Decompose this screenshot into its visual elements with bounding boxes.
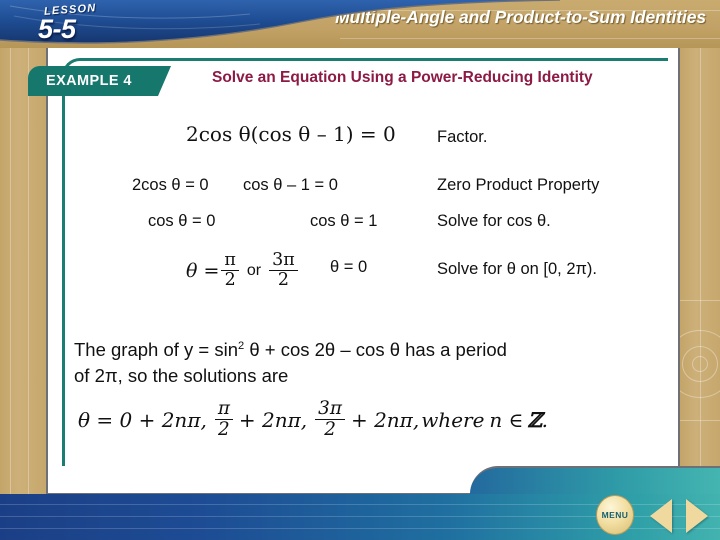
solution-term2-suffix: + 2nπ, xyxy=(350,407,420,432)
final-solution: θ = 0 + 2nπ, π 2 + 2nπ, 3π 2 + 2nπ, wher… xyxy=(78,399,548,441)
example-tab: EXAMPLE 4 xyxy=(28,66,171,96)
work-row3-right: cos θ = 1 xyxy=(310,212,378,230)
example-title: Solve an Equation Using a Power-Reducing… xyxy=(212,69,593,86)
work-row2-right: cos θ – 1 = 0 xyxy=(243,176,338,194)
fraction-denominator: 2 xyxy=(224,270,236,291)
paragraph-line1-a: The graph of y = sin xyxy=(74,339,239,360)
fraction-denominator: 2 xyxy=(324,419,336,441)
note-factor: Factor. xyxy=(437,128,488,146)
fraction-denominator: 2 xyxy=(277,270,289,291)
work-row3-left: cos θ = 0 xyxy=(148,212,216,230)
previous-slide-button[interactable] xyxy=(650,499,672,533)
blackboard-z-icon: ℤ xyxy=(527,407,542,432)
solution-term1-suffix: + 2nπ, xyxy=(238,407,308,432)
work-row2-left: 2cos θ = 0 xyxy=(132,176,209,194)
fraction-numerator: π xyxy=(214,399,233,421)
note-solve-interval: Solve for θ on [0, 2π). xyxy=(437,260,597,278)
fraction-3pi-over-2: 3π 2 xyxy=(269,251,298,291)
lesson-number: 5-5 xyxy=(38,14,76,44)
slide-root: Multiple-Angle and Product-to-Sum Identi… xyxy=(0,0,720,540)
or-word: or xyxy=(246,261,262,279)
solution-period: . xyxy=(541,407,548,432)
next-slide-button[interactable] xyxy=(686,499,708,533)
solution-fraction-3pi-over-2: 3π 2 xyxy=(315,399,345,441)
solution-fraction-pi-over-2: π 2 xyxy=(214,399,233,441)
footer-curve xyxy=(470,466,720,494)
fraction-denominator: 2 xyxy=(218,419,230,441)
solution-where-word: where xyxy=(421,407,485,432)
solution-condition: n ∈ xyxy=(489,407,524,432)
paragraph-line2: of 2π, so the solutions are xyxy=(74,364,289,386)
note-zero-product: Zero Product Property xyxy=(437,176,600,194)
explanation-paragraph: The graph of y = sin2 θ + cos 2θ – cos θ… xyxy=(74,337,654,388)
fraction-numerator: 3π xyxy=(269,251,298,272)
theta-equals-prefix: θ = xyxy=(186,259,220,282)
fraction-numerator: π xyxy=(221,251,239,272)
equation-factored: 2cos θ(cos θ – 1) = 0 xyxy=(186,122,396,146)
work-row4-left: θ = π 2 or 3π 2 xyxy=(186,251,300,291)
fraction-pi-over-2: π 2 xyxy=(221,251,239,291)
paragraph-line1-b: θ + cos 2θ – cos θ has a period xyxy=(244,339,507,360)
work-row4-right: θ = 0 xyxy=(330,258,368,276)
solution-prefix: θ = 0 + 2nπ, xyxy=(78,407,207,432)
example-tab-label: EXAMPLE 4 xyxy=(46,73,132,89)
menu-button-label: MENU xyxy=(601,510,629,520)
menu-button[interactable]: MENU xyxy=(596,495,634,535)
right-decorative-bar xyxy=(666,0,720,540)
fraction-numerator: 3π xyxy=(315,399,345,421)
note-solve-cos: Solve for cos θ. xyxy=(437,212,551,230)
